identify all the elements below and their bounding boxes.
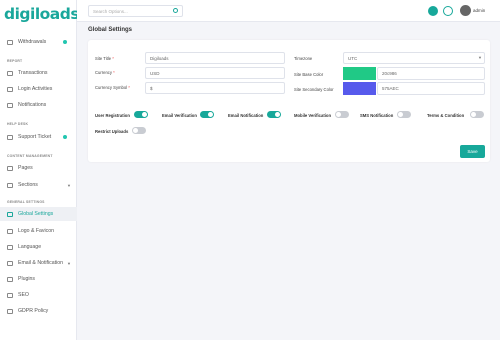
chevron-down-icon: ▼ bbox=[478, 55, 482, 60]
sidebar-item-gdpr-policy[interactable]: GDPR Policy bbox=[0, 304, 77, 318]
settings-card: Site Title * Digiloads Currency * USD Cu… bbox=[88, 40, 490, 162]
sidebar-item-withdrawals[interactable]: Withdrawals bbox=[0, 35, 77, 49]
sidebar-item-seo[interactable]: SEO bbox=[0, 288, 77, 302]
bell-icon bbox=[7, 102, 13, 108]
restrict-uploads-label: Restrict Uploads bbox=[95, 129, 129, 134]
restrict-uploads-toggle[interactable] bbox=[132, 127, 146, 134]
mobile-verification-label: Mobile Verification bbox=[294, 113, 331, 118]
topbar: Search Options... admin bbox=[77, 0, 500, 22]
sidebar-item-plugins[interactable]: Plugins bbox=[0, 272, 77, 286]
user-registration-label: User Registration bbox=[95, 113, 130, 118]
sidebar-item-login-activities[interactable]: Login Activities bbox=[0, 82, 77, 96]
avatar[interactable] bbox=[460, 5, 471, 16]
notification-dot bbox=[63, 40, 67, 44]
section-label-content-management: CONTENT MANAGEMENT bbox=[7, 154, 53, 158]
email-notification-toggle[interactable] bbox=[267, 111, 281, 118]
section-label-report: REPORT bbox=[7, 59, 23, 63]
plug-icon bbox=[7, 276, 13, 282]
sidebar-item-support-ticket[interactable]: Support Ticket bbox=[0, 130, 77, 144]
sidebar: digiloads. Withdrawals REPORT Transactio… bbox=[0, 0, 85, 340]
section-label-help-desk: HELP DESK bbox=[7, 122, 29, 126]
clock-icon bbox=[7, 86, 13, 92]
search-icon[interactable] bbox=[173, 8, 178, 13]
chevron-down-icon: ▼ bbox=[67, 182, 71, 188]
file-icon bbox=[7, 165, 13, 171]
page-title: Global Settings bbox=[88, 27, 133, 33]
mobile-verification-toggle[interactable] bbox=[335, 111, 349, 118]
sidebar-item-pages[interactable]: Pages bbox=[0, 161, 77, 175]
sidebar-item-logo-favicon[interactable]: Logo & Favicon bbox=[0, 224, 77, 238]
sms-notification-label: SMS Notification bbox=[360, 113, 394, 118]
shield-icon bbox=[7, 308, 13, 314]
secondary-color-input[interactable]: 575AEC bbox=[377, 82, 485, 95]
bell-icon[interactable] bbox=[443, 6, 453, 16]
secondary-color-swatch[interactable] bbox=[343, 82, 376, 95]
base-color-swatch[interactable] bbox=[343, 67, 376, 80]
sidebar-item-transactions[interactable]: Transactions bbox=[0, 66, 77, 80]
notification-dot bbox=[63, 135, 67, 139]
email-verification-toggle[interactable] bbox=[200, 111, 214, 118]
currency-symbol-label: Currency Symbol * bbox=[95, 85, 130, 90]
email-notification-label: Email Notification bbox=[228, 113, 264, 118]
site-title-label: Site Title * bbox=[95, 56, 114, 61]
sidebar-item-notifications[interactable]: Notifications bbox=[0, 98, 77, 112]
sms-notification-toggle[interactable] bbox=[397, 111, 411, 118]
gear-icon bbox=[7, 211, 13, 217]
terms-condition-label: Terms & Condition bbox=[427, 113, 465, 118]
base-color-input[interactable]: 20c986 bbox=[377, 67, 485, 80]
search-input[interactable]: Search Options... bbox=[88, 5, 183, 17]
section-label-general-settings: GENERAL SETTINGS bbox=[7, 200, 45, 204]
user-name[interactable]: admin bbox=[473, 8, 485, 13]
currency-label: Currency * bbox=[95, 70, 115, 75]
seo-icon bbox=[7, 292, 13, 298]
list-icon bbox=[7, 70, 13, 76]
chevron-down-icon: ▼ bbox=[67, 260, 71, 266]
email-verification-label: Email Verification bbox=[162, 113, 197, 118]
sidebar-item-language[interactable]: Language bbox=[0, 240, 77, 254]
sidebar-item-global-settings[interactable]: Global Settings bbox=[0, 207, 77, 221]
currency-input[interactable]: USD bbox=[145, 67, 285, 79]
globe-icon[interactable] bbox=[428, 6, 438, 16]
timezone-select[interactable]: UTC bbox=[343, 52, 485, 64]
sidebar-item-email-notification[interactable]: Email & Notification ▼ bbox=[0, 256, 77, 270]
save-button[interactable]: Save bbox=[460, 145, 485, 158]
site-title-input[interactable]: Digiloads bbox=[145, 52, 285, 64]
secondary-color-label: Site Secondary Color bbox=[294, 87, 334, 92]
user-registration-toggle[interactable] bbox=[134, 111, 148, 118]
image-icon bbox=[7, 228, 13, 234]
currency-symbol-input[interactable]: $ bbox=[145, 82, 285, 94]
mail-icon bbox=[7, 260, 13, 266]
terms-condition-toggle[interactable] bbox=[470, 111, 484, 118]
brand-logo[interactable]: digiloads. bbox=[0, 0, 85, 28]
grid-icon bbox=[7, 182, 13, 188]
sidebar-item-sections[interactable]: Sections ▼ bbox=[0, 178, 77, 192]
language-icon bbox=[7, 244, 13, 250]
wallet-icon bbox=[7, 39, 13, 45]
timezone-label: Timezone bbox=[294, 56, 313, 61]
base-color-label: Site Base Color bbox=[294, 72, 324, 77]
ticket-icon bbox=[7, 134, 13, 140]
